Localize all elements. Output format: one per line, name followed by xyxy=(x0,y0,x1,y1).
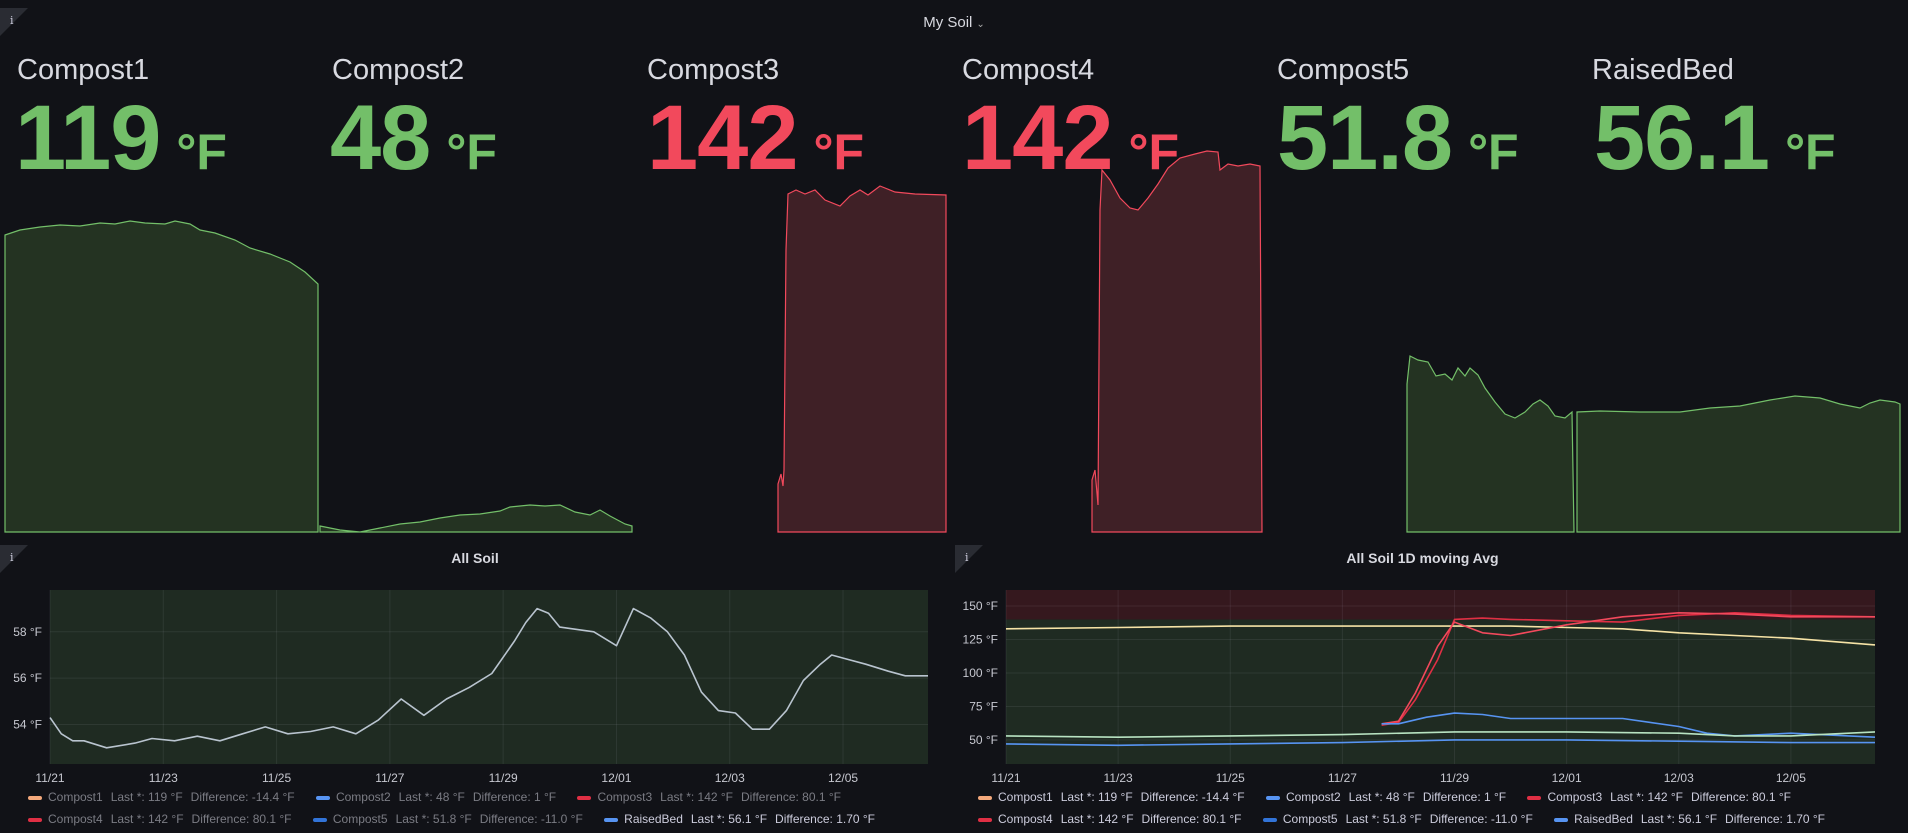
dashboard-title[interactable]: My Soil ⌄ xyxy=(0,14,1908,31)
legend-all-soil-row1: Compost1 Last *: 119 °F Difference: -14.4 … xyxy=(28,790,859,804)
legend-swatch xyxy=(1262,817,1277,822)
stat-title: Compost5 xyxy=(1277,54,1410,86)
legend-item[interactable]: Compost4 Last *: 142 °F Difference: 80.1 °… xyxy=(28,812,300,826)
x-tick-label: 12/05 xyxy=(828,771,858,785)
x-tick-label: 11/21 xyxy=(991,771,1020,785)
sparkline-raisedbed xyxy=(1576,395,1901,533)
legend-item[interactable]: Compost3 Last *: 142 °F Difference: 80.1 °… xyxy=(577,790,849,804)
x-tick-label: 11/25 xyxy=(1216,771,1245,785)
legend-all-soil-row2: Compost4 Last *: 142 °F Difference: 80.1 °… xyxy=(28,812,893,826)
x-tick-label: 12/03 xyxy=(1664,771,1694,785)
legend-swatch xyxy=(1527,795,1542,800)
x-tick-label: 11/29 xyxy=(1440,771,1469,785)
legend-item[interactable]: RaisedBed Last *: 56.1 °F Difference: 1.70… xyxy=(1554,812,1833,826)
legend-swatch xyxy=(577,795,592,800)
sparkline-compost3 xyxy=(777,185,947,533)
y-tick-label: 125 °F xyxy=(963,633,998,647)
legend-item[interactable]: Compost2 Last *: 48 °F Difference: 1 °F xyxy=(1265,790,1514,804)
legend-swatch xyxy=(978,817,992,822)
stat-title: RaisedBed xyxy=(1592,54,1734,86)
x-tick-label: 11/23 xyxy=(149,771,178,785)
stat-title: Compost4 xyxy=(962,54,1095,86)
x-tick-label: 11/21 xyxy=(35,771,64,785)
legend-swatch xyxy=(28,817,42,822)
sparkline-compost4 xyxy=(1091,150,1263,533)
chart-all-soil[interactable]: 11/21 11/23 11/25 11/27 11/29 12/01 12/03 12/05… xyxy=(0,580,950,785)
panel-title-all-soil-avg[interactable]: All Soil 1D moving Avg xyxy=(955,550,1890,566)
y-tick-label: 75 °F xyxy=(969,699,998,713)
x-tick-label: 12/05 xyxy=(1776,771,1806,785)
sparkline-compost1 xyxy=(4,220,319,533)
legend-item[interactable]: Compost3 Last *: 142 °F Difference: 80.1 °… xyxy=(1527,790,1799,804)
stat-title: Compost2 xyxy=(332,54,465,86)
x-tick-label: 11/25 xyxy=(262,771,291,785)
legend-swatch xyxy=(604,817,619,822)
sparkline-compost2 xyxy=(319,504,633,533)
legend-avg-row1: Compost1 Last *: 119 °F Difference: -14.4 … xyxy=(978,790,1809,804)
y-tick-label: 100 °F xyxy=(963,666,998,680)
x-tick-label: 12/01 xyxy=(1552,771,1582,785)
x-tick-label: 11/27 xyxy=(375,771,404,785)
x-tick-label: 12/01 xyxy=(601,771,631,785)
x-tick-label: 12/03 xyxy=(715,771,745,785)
legend-item[interactable]: Compost4 Last *: 142 °F Difference: 80.1 °… xyxy=(978,812,1250,826)
legend-swatch xyxy=(1554,817,1569,822)
chart-all-soil-avg[interactable]: 11/21 11/23 11/25 11/27 11/29 12/01 12/03 12/05… xyxy=(955,580,1895,785)
x-tick-label: 11/23 xyxy=(1104,771,1133,785)
legend-swatch xyxy=(978,795,992,800)
sparkline-compost5 xyxy=(1406,355,1575,533)
y-tick-label: 58 °F xyxy=(13,625,42,639)
panel-title-all-soil[interactable]: All Soil xyxy=(0,550,950,566)
legend-item[interactable]: Compost2 Last *: 48 °F Difference: 1 °F xyxy=(315,790,564,804)
y-tick-label: 50 °F xyxy=(969,733,998,747)
legend-item[interactable]: Compost5 Last *: 51.8 °F Difference: -11.0… xyxy=(312,812,591,826)
legend-swatch xyxy=(312,817,327,822)
x-tick-label: 11/29 xyxy=(489,771,518,785)
legend-swatch xyxy=(315,795,330,800)
legend-item[interactable]: Compost5 Last *: 51.8 °F Difference: -11.0… xyxy=(1262,812,1541,826)
chevron-down-icon: ⌄ xyxy=(976,19,985,30)
legend-item[interactable]: RaisedBed Last *: 56.1 °F Difference: 1.70… xyxy=(604,812,883,826)
threshold-band xyxy=(50,590,928,764)
legend-item[interactable]: Compost1 Last *: 119 °F Difference: -14.4 … xyxy=(28,790,303,804)
dashboard-title-text: My Soil xyxy=(923,14,973,31)
legend-swatch xyxy=(1265,795,1280,800)
legend-swatch xyxy=(28,795,42,800)
x-tick-label: 11/27 xyxy=(1328,771,1357,785)
stat-title: Compost1 xyxy=(17,54,150,86)
stat-title: Compost3 xyxy=(647,54,780,86)
y-tick-label: 150 °F xyxy=(963,599,998,613)
y-tick-label: 56 °F xyxy=(13,671,42,685)
legend-avg-row2: Compost4 Last *: 142 °F Difference: 80.1 °… xyxy=(978,812,1843,826)
y-tick-label: 54 °F xyxy=(13,718,42,732)
legend-item[interactable]: Compost1 Last *: 119 °F Difference: -14.4 … xyxy=(978,790,1253,804)
stat-sparklines xyxy=(4,150,1901,533)
